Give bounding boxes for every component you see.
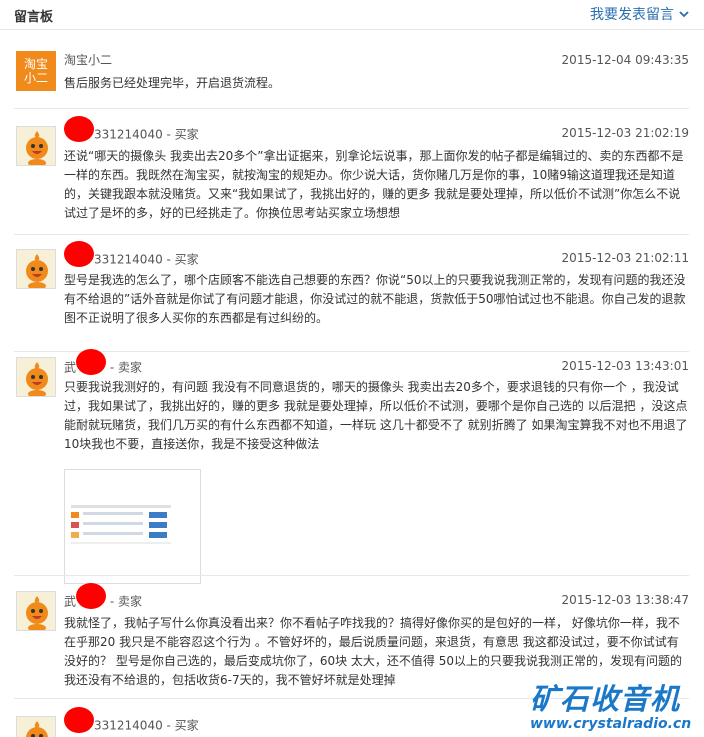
watermark: 矿石收音机 www.crystalradio.cn <box>530 676 702 732</box>
avatar <box>16 591 56 631</box>
redaction-mark <box>64 241 94 267</box>
avatar <box>16 716 56 737</box>
author-name: 331214040 - 买家 <box>64 116 199 148</box>
avatar: 淘宝 小二 <box>16 51 56 91</box>
author-name: 淘宝小二 <box>64 53 113 67</box>
shop-logo-icon: 淘宝 小二 <box>23 57 48 85</box>
timestamp: 2015-12-03 21:02:19 <box>561 126 689 140</box>
watermark-url: www.crystalradio.cn <box>530 716 692 732</box>
timestamp: 2015-12-04 09:43:35 <box>561 53 689 67</box>
mascot-icon <box>17 127 55 165</box>
list-item: 武 - 卖家 2015-12-03 13:43:01 只要我说我测好的，有问题 … <box>14 349 689 584</box>
page-title: 留言板 <box>14 10 54 25</box>
message-text: 还说“哪天的摄像头 我卖出去20多个”拿出证据来，别拿论坛说事，那上面你发的帖子… <box>64 149 684 220</box>
list-item: 淘宝 小二 淘宝小二 2015-12-04 09:43:35 售后服务已经处理完毕… <box>14 31 689 109</box>
list-item: 331214040 - 买家 2015-12-03 21:02:19 还说“哪天… <box>14 109 689 232</box>
avatar <box>16 126 56 166</box>
screenshot-thumbnail-icon <box>65 470 200 583</box>
author-name: 331214040 - 买家 <box>64 707 199 737</box>
message-board-header: 留言板 我要发表留言 <box>0 0 704 30</box>
mascot-icon <box>17 358 55 396</box>
post-message-link[interactable]: 我要发表留言 <box>590 4 690 24</box>
mascot-icon <box>17 592 55 630</box>
chevron-down-icon <box>679 11 689 18</box>
redaction-mark <box>64 707 94 733</box>
mascot-icon <box>17 250 55 288</box>
timestamp: 2015-12-03 21:02:11 <box>561 251 689 265</box>
message-text: 售后服务已经处理完毕，开启退货流程。 <box>64 76 281 90</box>
author-name: 331214040 - 买家 <box>64 241 199 273</box>
timestamp: 2015-12-03 13:43:01 <box>561 359 689 373</box>
timestamp: 2015-12-03 13:38:47 <box>561 593 689 607</box>
redaction-mark <box>76 583 107 609</box>
watermark-text: 矿石收音机 <box>530 682 681 716</box>
list-item: 331214040 - 买家 2015-12-03 21:02:11 型号是我选… <box>14 235 689 351</box>
avatar <box>16 357 56 397</box>
author-name: 武 - 卖家 <box>64 583 142 615</box>
redaction-mark <box>76 349 107 375</box>
message-text: 只要我说我测好的，有问题 我没有不同意退货的，哪天的摄像头 我卖出去20多个，要… <box>64 380 688 451</box>
post-message-label: 我要发表留言 <box>590 7 674 23</box>
avatar <box>16 249 56 289</box>
mascot-icon <box>17 717 55 737</box>
redaction-mark <box>64 116 94 142</box>
attachment-thumbnail[interactable] <box>64 469 201 584</box>
message-text: 型号是我选的怎么了，哪个店顾客不能选自己想要的东西？你说“50以上的只要我说我测… <box>64 273 686 325</box>
